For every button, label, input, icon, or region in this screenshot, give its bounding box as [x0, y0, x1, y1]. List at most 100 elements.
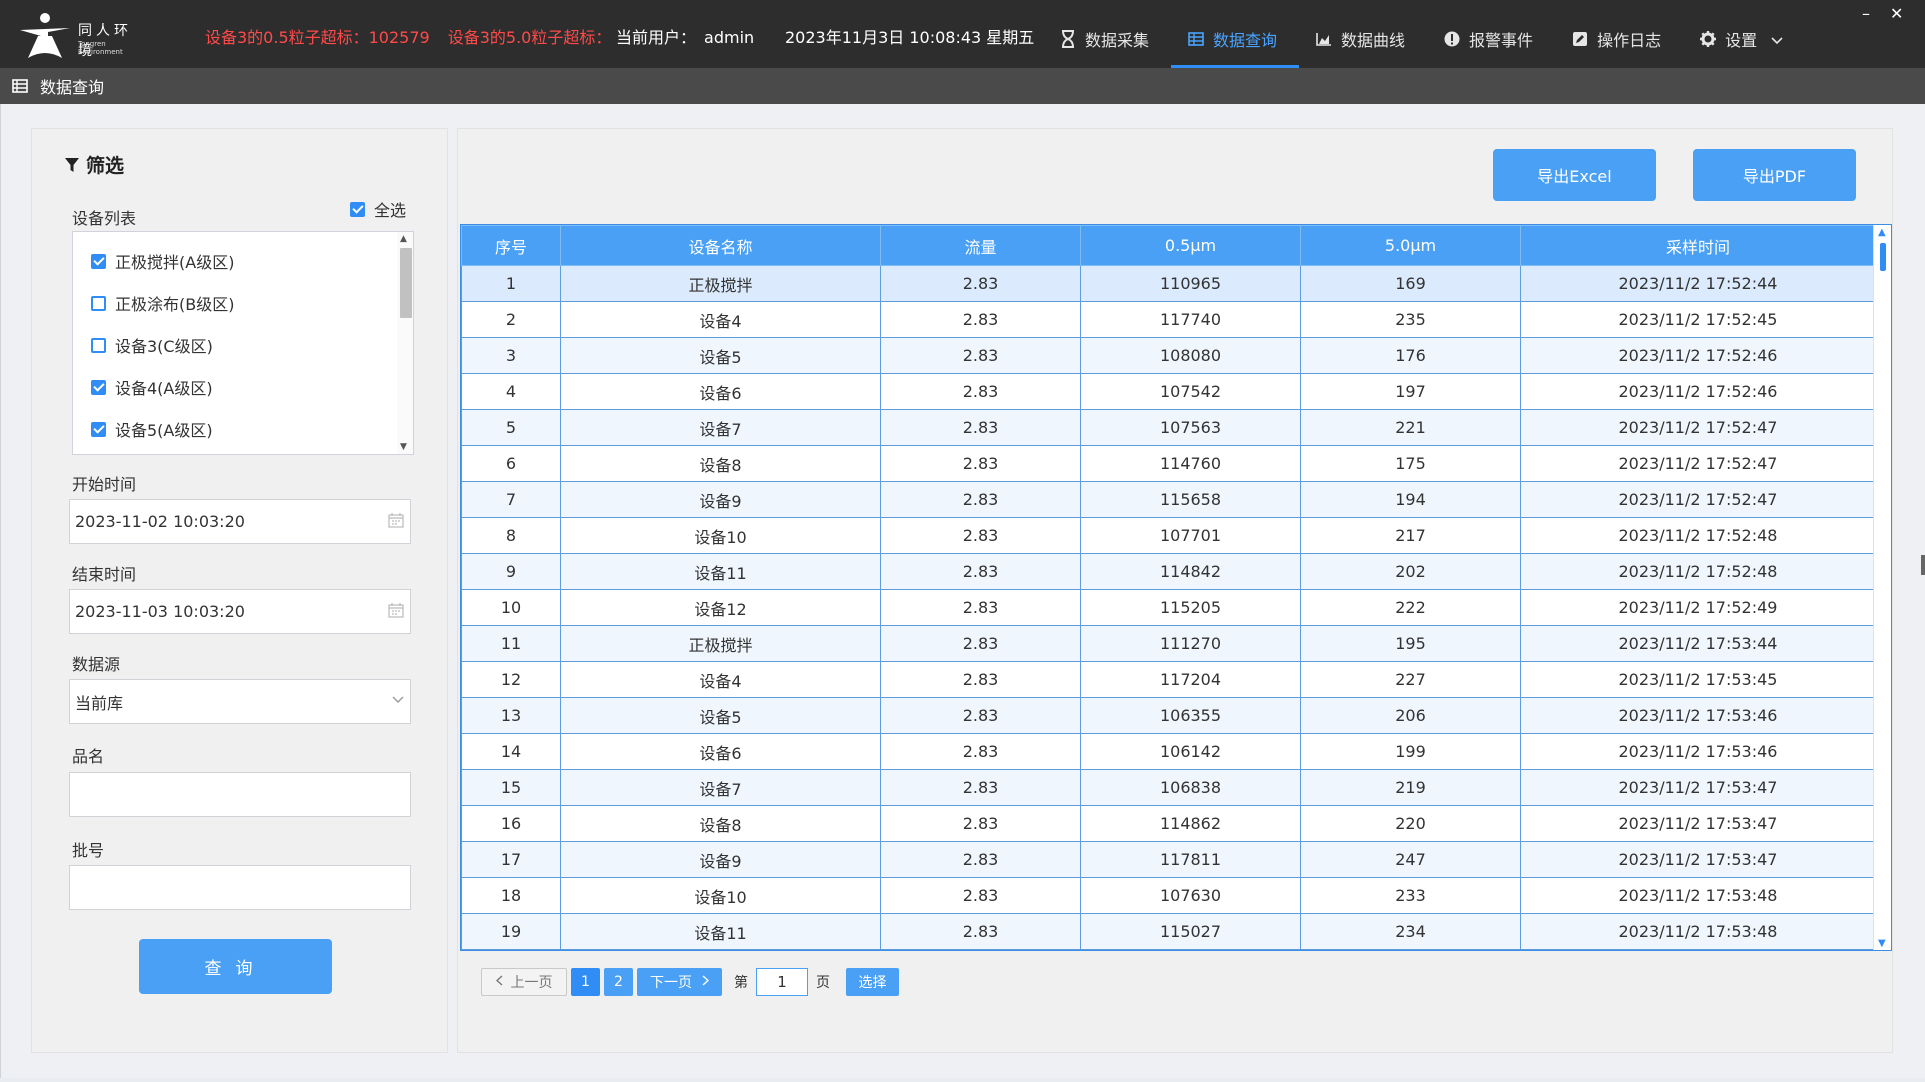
table-row[interactable]: 8 设备10 2.83 107701 217 2023/11/2 17:52:48: [461, 517, 1876, 554]
hourglass-icon: [1059, 30, 1077, 48]
table-cell: 设备6: [560, 373, 881, 410]
column-header[interactable]: 设备名称: [560, 225, 881, 266]
table-row[interactable]: 5 设备7 2.83 107563 221 2023/11/2 17:52:47: [461, 409, 1876, 446]
next-page-button[interactable]: 下一页: [637, 968, 722, 996]
table-cell: 110965: [1080, 265, 1301, 302]
device-label: 设备5(A级区): [115, 421, 213, 440]
device-item[interactable]: 设备4(A级区): [91, 376, 213, 398]
calendar-icon[interactable]: [388, 602, 404, 618]
table-cell: 217: [1300, 517, 1521, 554]
page-number-button[interactable]: 2: [604, 968, 633, 996]
product-name-input[interactable]: [69, 772, 411, 817]
device-label: 设备3(C级区): [115, 337, 213, 356]
checkbox-icon: [91, 253, 106, 269]
nav-data-curve[interactable]: 数据曲线: [1299, 30, 1427, 68]
export-excel-button[interactable]: 导出Excel: [1493, 149, 1656, 201]
table-cell: 2.83: [880, 877, 1081, 914]
table-cell: 2.83: [880, 769, 1081, 806]
nav-operation-log[interactable]: 操作日志: [1555, 30, 1683, 68]
table-row[interactable]: 10 设备12 2.83 115205 222 2023/11/2 17:52:49: [461, 589, 1876, 626]
device-item[interactable]: 设备5(A级区): [91, 418, 213, 440]
table-row[interactable]: 14 设备6 2.83 106142 199 2023/11/2 17:53:46: [461, 733, 1876, 770]
nav-data-collection[interactable]: 数据采集: [1043, 30, 1171, 68]
table-row[interactable]: 6 设备8 2.83 114760 175 2023/11/2 17:52:47: [461, 445, 1876, 482]
scroll-up-icon[interactable]: ▲: [1878, 227, 1886, 238]
table-cell: 3: [461, 337, 561, 374]
table-cell: 111270: [1080, 625, 1301, 662]
column-header[interactable]: 序号: [461, 225, 561, 266]
column-header[interactable]: 0.5μm: [1080, 225, 1301, 266]
table-row[interactable]: 11 正极搅拌 2.83 111270 195 2023/11/2 17:53:44: [461, 625, 1876, 662]
table-cell: 107701: [1080, 517, 1301, 554]
select-all-checkbox[interactable]: 全选: [350, 197, 406, 221]
app-window: 同人环境 Tongren Environment 设备3的0.5粒子超标：102…: [0, 0, 1925, 1082]
end-time-input[interactable]: 2023-11-03 10:03:20: [69, 589, 411, 634]
area-chart-icon: [1315, 30, 1333, 48]
table-row[interactable]: 18 设备10 2.83 107630 233 2023/11/2 17:53:48: [461, 877, 1876, 914]
table-cell: 19: [461, 913, 561, 950]
table-cell: 202: [1300, 553, 1521, 590]
scrollbar-thumb[interactable]: [1880, 243, 1886, 271]
scrollbar-thumb[interactable]: [400, 248, 412, 318]
column-header[interactable]: 5.0μm: [1300, 225, 1521, 266]
current-user-label: 当前用户：: [616, 28, 697, 47]
column-header[interactable]: 采样时间: [1520, 225, 1876, 266]
page-number-button[interactable]: 1: [571, 968, 600, 996]
page-prefix-label: 第: [734, 975, 748, 991]
table-cell: 15: [461, 769, 561, 806]
data-source-select[interactable]: 当前库: [69, 679, 411, 724]
nav-data-query[interactable]: 数据查询: [1171, 30, 1300, 68]
table-row[interactable]: 7 设备9 2.83 115658 194 2023/11/2 17:52:47: [461, 481, 1876, 518]
go-to-page-button[interactable]: 选择: [846, 968, 899, 996]
minimize-button[interactable]: –: [1862, 4, 1870, 23]
table-row[interactable]: 2 设备4 2.83 117740 235 2023/11/2 17:52:45: [461, 301, 1876, 338]
table-row[interactable]: 1 正极搅拌 2.83 110965 169 2023/11/2 17:52:44: [461, 265, 1876, 302]
scroll-up-icon[interactable]: ▲: [400, 234, 407, 244]
table-cell: 117811: [1080, 841, 1301, 878]
table-row[interactable]: 16 设备8 2.83 114862 220 2023/11/2 17:53:47: [461, 805, 1876, 842]
nav-alarm-events[interactable]: 报警事件: [1427, 30, 1555, 68]
table-row[interactable]: 9 设备11 2.83 114842 202 2023/11/2 17:52:48: [461, 553, 1876, 590]
device-list-scrollbar[interactable]: ▲ ▼: [397, 232, 413, 454]
gear-icon: [1699, 30, 1717, 48]
prev-page-button[interactable]: 上一页: [481, 968, 567, 996]
start-time-value: 2023-11-02 10:03:20: [75, 512, 245, 531]
page-number-input[interactable]: 1: [756, 968, 808, 996]
calendar-icon[interactable]: [388, 512, 404, 528]
table-cell: 2023/11/2 17:52:47: [1520, 445, 1876, 482]
table-cell: 117204: [1080, 661, 1301, 698]
device-item[interactable]: 设备3(C级区): [91, 334, 213, 356]
table-cell: 2.83: [880, 301, 1081, 338]
table-row[interactable]: 19 设备11 2.83 115027 234 2023/11/2 17:53:48: [461, 913, 1876, 950]
close-button[interactable]: ✕: [1890, 4, 1903, 23]
table-cell: 2023/11/2 17:53:48: [1520, 913, 1876, 950]
device-item[interactable]: 正极搅拌(A级区): [91, 250, 234, 272]
start-time-input[interactable]: 2023-11-02 10:03:20: [69, 499, 411, 544]
table-cell: 117740: [1080, 301, 1301, 338]
table-row[interactable]: 3 设备5 2.83 108080 176 2023/11/2 17:52:46: [461, 337, 1876, 374]
table-row[interactable]: 17 设备9 2.83 117811 247 2023/11/2 17:53:47: [461, 841, 1876, 878]
resize-handle[interactable]: [1921, 555, 1925, 575]
table-row[interactable]: 12 设备4 2.83 117204 227 2023/11/2 17:53:45: [461, 661, 1876, 698]
table-row[interactable]: 13 设备5 2.83 106355 206 2023/11/2 17:53:46: [461, 697, 1876, 734]
column-header[interactable]: 流量: [880, 225, 1081, 266]
scroll-down-icon[interactable]: ▼: [1878, 938, 1886, 949]
export-pdf-button[interactable]: 导出PDF: [1693, 149, 1856, 201]
table-cell: 2.83: [880, 589, 1081, 626]
table-row[interactable]: 15 设备7 2.83 106838 219 2023/11/2 17:53:47: [461, 769, 1876, 806]
table-cell: 233: [1300, 877, 1521, 914]
table-row[interactable]: 4 设备6 2.83 107542 197 2023/11/2 17:52:46: [461, 373, 1876, 410]
table-cell: 12: [461, 661, 561, 698]
batch-number-input[interactable]: [69, 865, 411, 910]
device-label: 设备4(A级区): [115, 379, 213, 398]
page-title: 数据查询: [40, 78, 105, 97]
device-label: 正极搅拌(A级区): [115, 253, 235, 272]
table-cell: 2.83: [880, 841, 1081, 878]
query-button[interactable]: 查询: [139, 939, 332, 994]
scroll-down-icon[interactable]: ▼: [400, 442, 407, 452]
device-list[interactable]: 正极搅拌(A级区) 正极涂布(B级区) 设备3(C级区) 设备4(A级区) 设备…: [72, 231, 414, 455]
table-cell: 7: [461, 481, 561, 518]
table-scrollbar[interactable]: ▲ ▼: [1873, 225, 1891, 950]
nav-settings[interactable]: 设置: [1683, 30, 1805, 68]
device-item[interactable]: 正极涂布(B级区): [91, 292, 234, 314]
